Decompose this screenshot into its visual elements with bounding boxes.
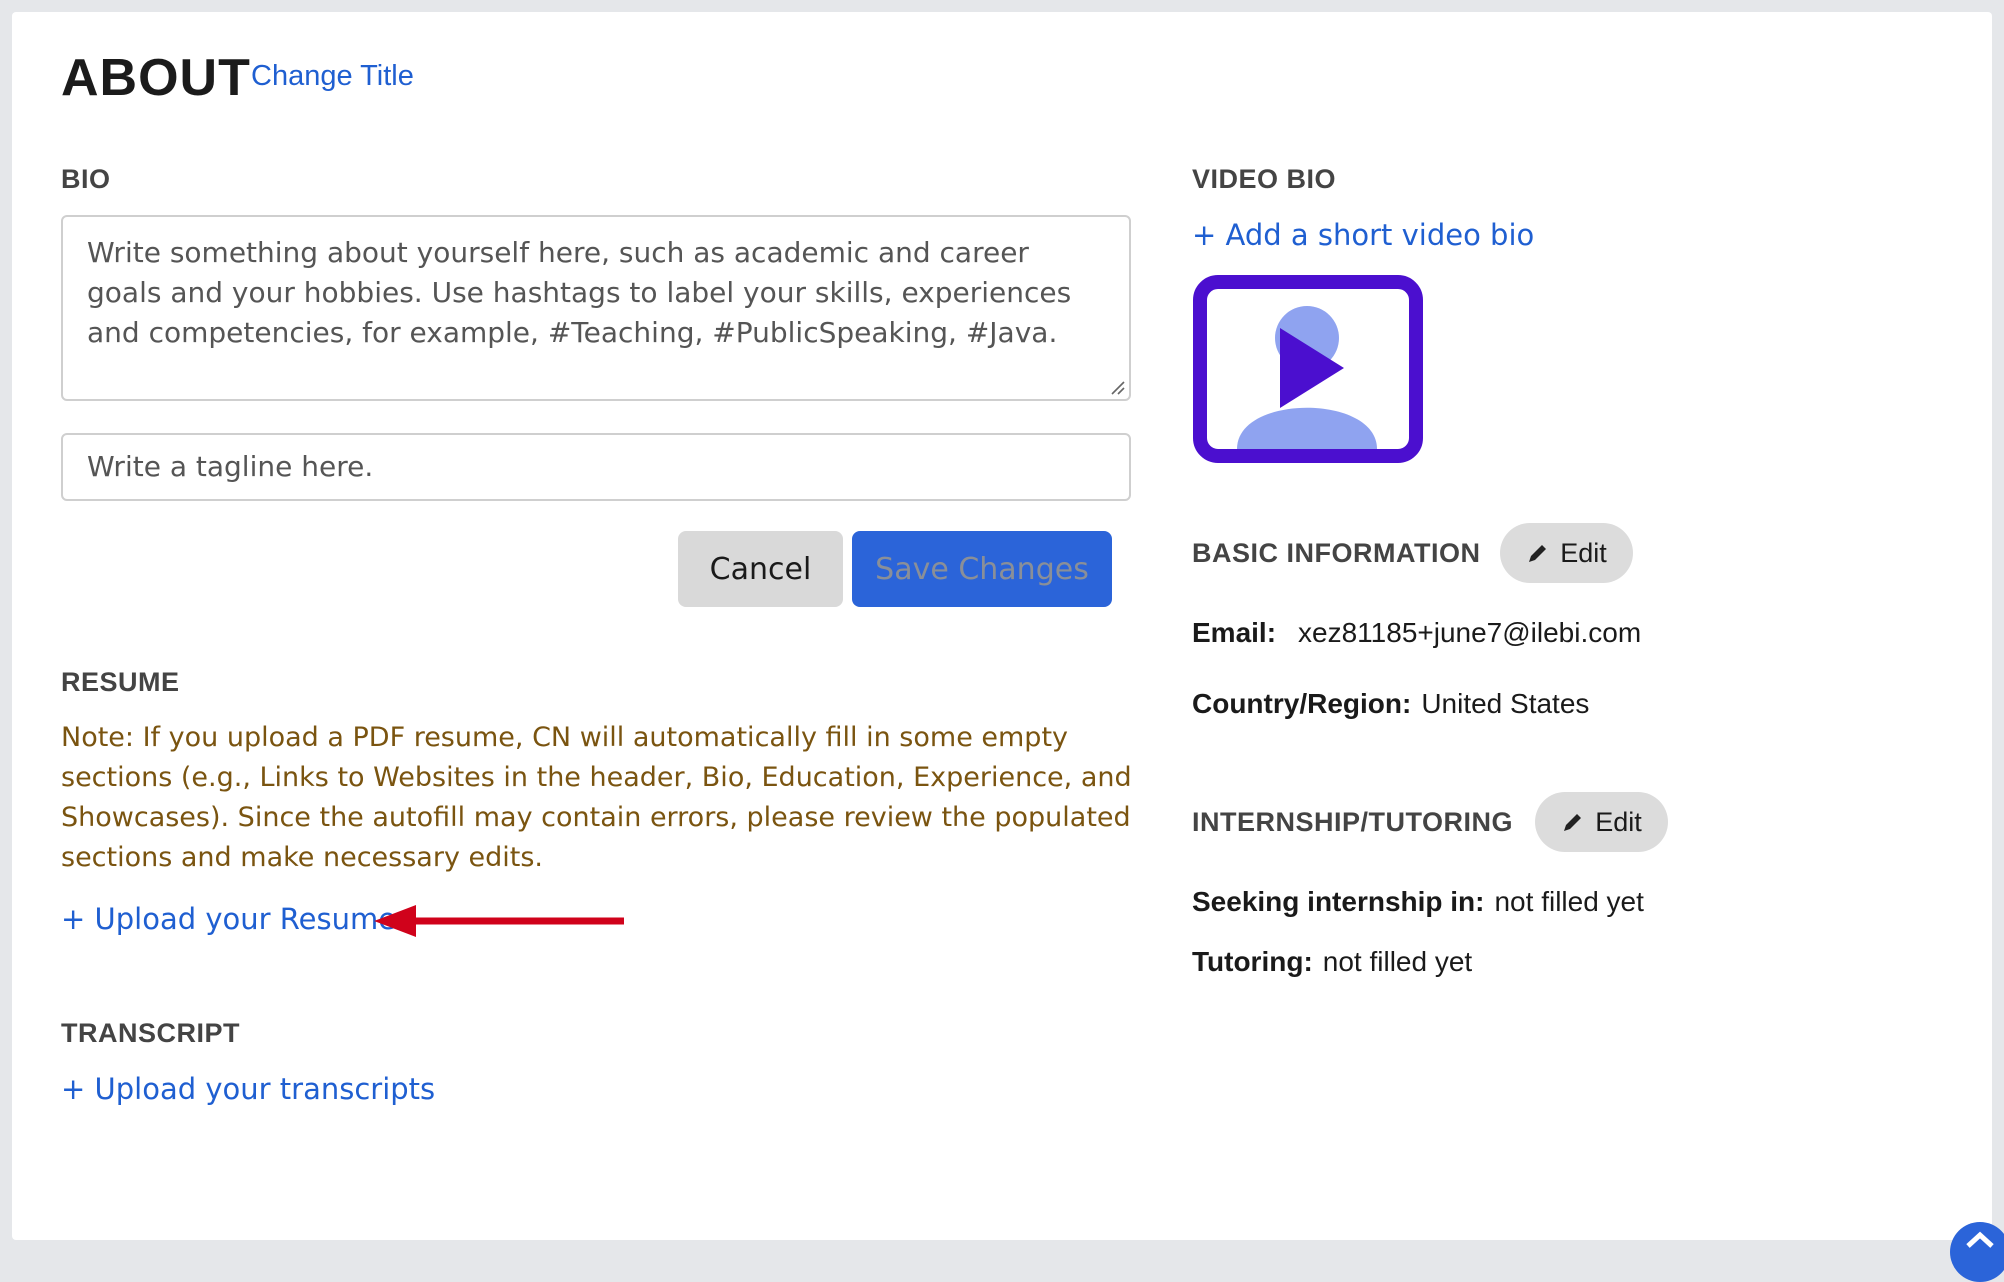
cancel-button[interactable]: Cancel [678,531,843,607]
pencil-icon [1529,545,1547,562]
change-title-link[interactable]: Change Title [251,58,414,94]
about-card [12,12,1992,1240]
email-row: Email: xez81185+june7@ilebi.com [1192,615,1641,651]
internship-edit-label: Edit [1595,806,1642,837]
upload-transcripts-link[interactable]: + Upload your transcripts [61,1071,435,1107]
bio-placeholder: Write something about yourself here, suc… [87,236,1072,349]
red-arrow-annotation-icon [374,905,624,937]
internship-heading: INTERNSHIP/TUTORING [1192,807,1514,837]
transcript-heading: TRANSCRIPT [61,1018,240,1048]
resize-grip-icon[interactable] [1109,379,1125,395]
tutoring-row: Tutoring: not filled yet [1192,944,1472,980]
chevron-up-icon [1966,1231,1994,1248]
basic-info-edit-button[interactable]: Edit [1500,523,1633,583]
seeking-label: Seeking internship in: [1192,886,1485,917]
country-row: Country/Region: United States [1192,686,1589,722]
tagline-input[interactable]: Write a tagline here. [61,433,1131,501]
resume-autofill-note: Note: If you upload a PDF resume, CN wil… [61,722,1132,873]
video-bio-placeholder-icon[interactable] [1192,274,1424,464]
save-changes-button[interactable]: Save Changes [852,531,1112,607]
pencil-icon [1564,814,1582,831]
tutoring-value: not filled yet [1322,946,1473,977]
seeking-internship-row: Seeking internship in: not filled yet [1192,884,1644,920]
country-label: Country/Region: [1192,688,1412,719]
resume-heading: RESUME [61,667,180,697]
scroll-to-top-button[interactable] [1950,1222,2004,1282]
add-video-bio-link[interactable]: + Add a short video bio [1192,217,1534,253]
internship-edit-button[interactable]: Edit [1535,792,1668,852]
tagline-placeholder: Write a tagline here. [87,450,374,483]
bio-textarea[interactable]: Write something about yourself here, suc… [61,215,1131,401]
seeking-value: not filled yet [1494,886,1644,917]
basic-info-edit-label: Edit [1560,537,1607,568]
tutoring-label: Tutoring: [1192,946,1313,977]
basic-info-heading: BASIC INFORMATION [1192,538,1481,568]
page-title: ABOUT [61,49,251,107]
upload-resume-link[interactable]: + Upload your Resume [61,901,396,937]
bio-heading: BIO [61,164,111,194]
email-value: xez81185+june7@ilebi.com [1298,617,1642,648]
email-label: Email: [1192,617,1277,648]
video-bio-heading: VIDEO BIO [1192,164,1337,194]
country-value: United States [1421,688,1590,719]
